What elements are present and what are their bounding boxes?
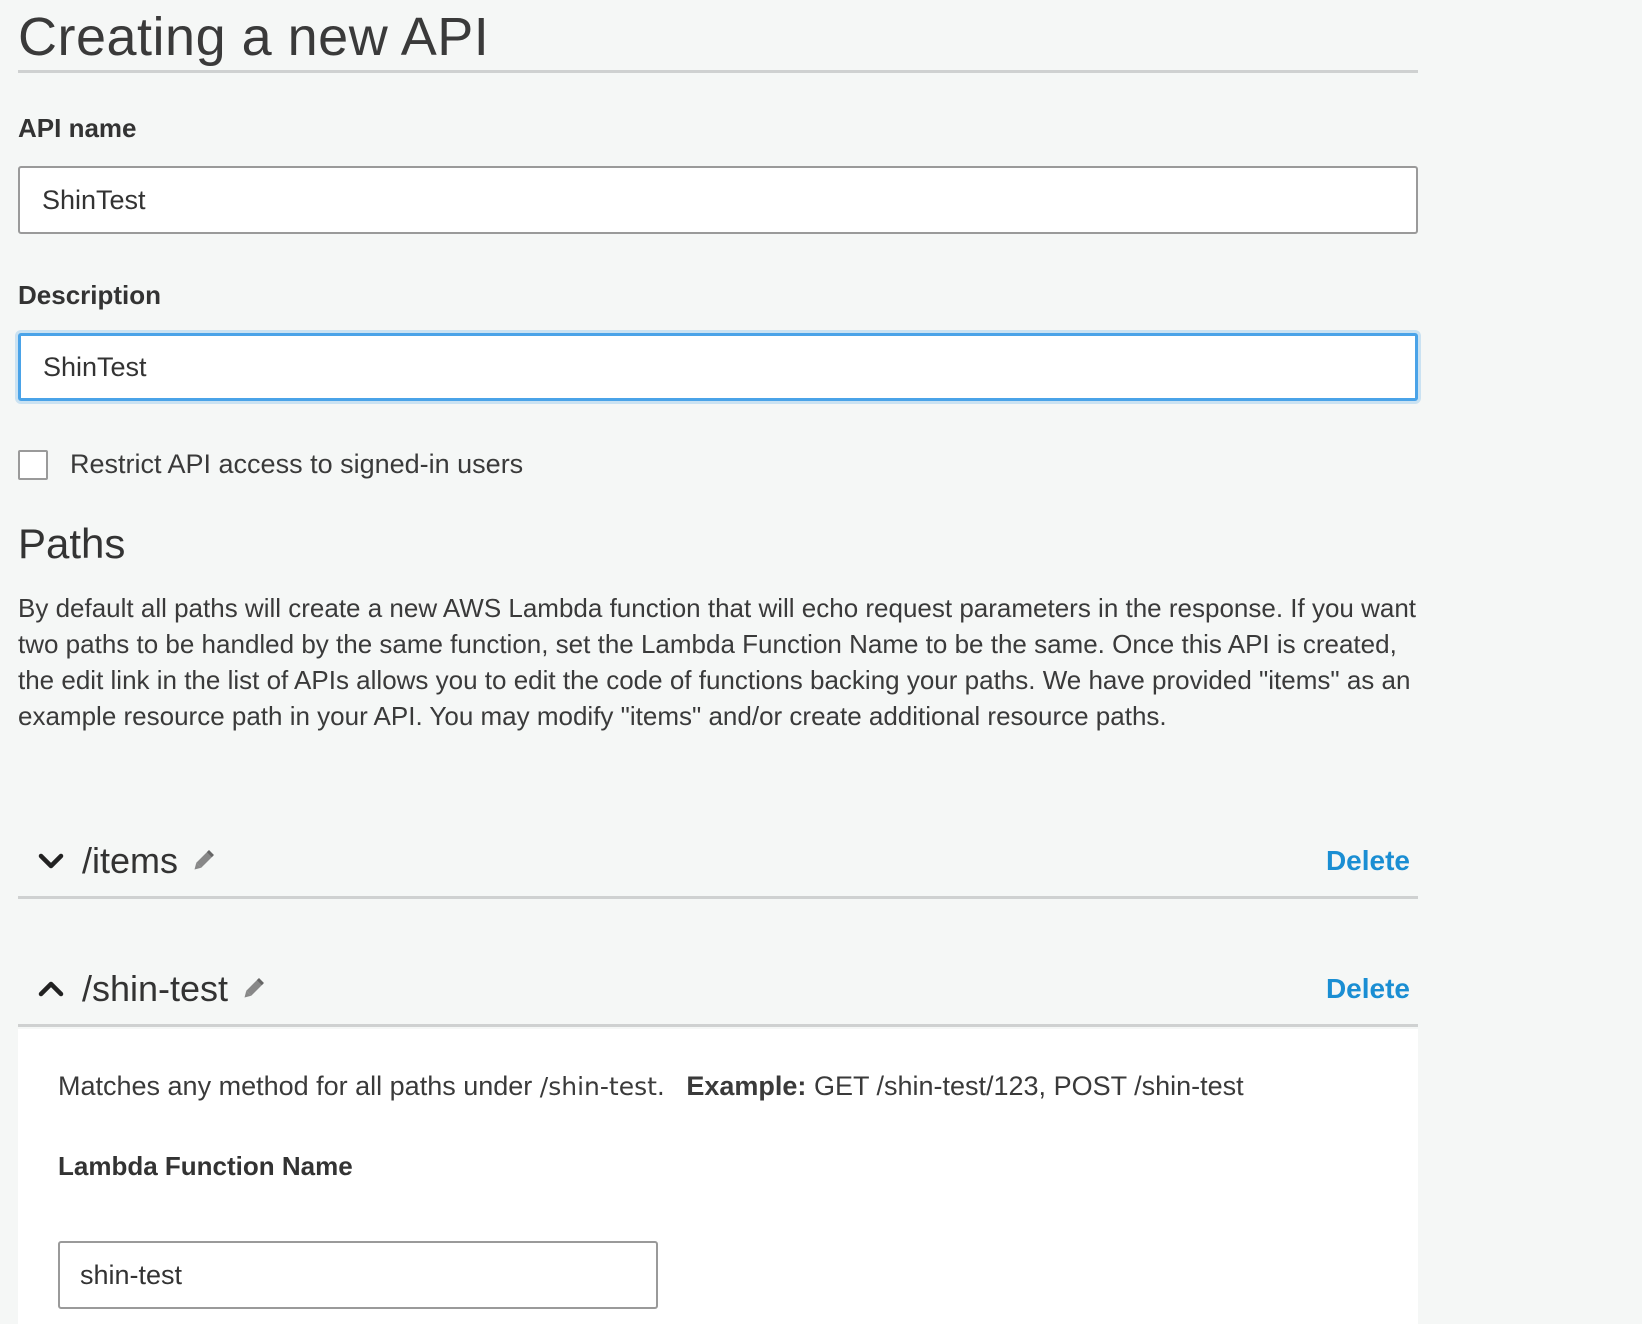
restrict-access-label: Restrict API access to signed-in users: [70, 449, 524, 479]
path-details-panel: Matches any method for all paths under /…: [18, 1029, 1418, 1324]
lambda-function-name-input[interactable]: [58, 1241, 658, 1309]
path-header-shin-test[interactable]: /shin-test Delete: [18, 954, 1418, 1024]
restrict-access-row[interactable]: Restrict API access to signed-in users: [18, 449, 523, 480]
restrict-access-checkbox[interactable]: [18, 449, 48, 480]
match-prefix: Matches any method for all paths under: [58, 1071, 533, 1101]
lambda-function-name-label: Lambda Function Name: [58, 1151, 353, 1181]
description-label: Description: [18, 280, 162, 310]
path-divider: [18, 1024, 1418, 1027]
path-divider: [18, 896, 1418, 899]
delete-path-shin-test-link[interactable]: Delete: [1326, 973, 1410, 1005]
page-title: Creating a new API: [18, 7, 490, 67]
paths-section-title: Paths: [18, 520, 126, 567]
chevron-down-icon[interactable]: [36, 846, 66, 876]
chevron-up-icon[interactable]: [36, 974, 66, 1004]
description-input[interactable]: [18, 333, 1418, 401]
match-path: /shin-test.: [539, 1072, 665, 1101]
path-name: /items: [82, 840, 179, 881]
pencil-icon[interactable]: [190, 848, 216, 874]
api-name-label: API name: [18, 113, 137, 143]
pencil-icon[interactable]: [240, 976, 266, 1002]
path-name: /shin-test: [82, 968, 229, 1009]
path-match-description: Matches any method for all paths under /…: [58, 1071, 1244, 1102]
paths-section-description: By default all paths will create a new A…: [18, 593, 1417, 731]
example-label: Example:: [686, 1071, 807, 1101]
title-divider: [18, 70, 1418, 73]
example-value: GET /shin-test/123, POST /shin-test: [813, 1071, 1244, 1101]
api-name-input[interactable]: [18, 166, 1418, 234]
delete-path-items-link[interactable]: Delete: [1326, 845, 1410, 877]
create-api-page: Creating a new API API name Description …: [0, 0, 1642, 1324]
path-header-items[interactable]: /items Delete: [18, 826, 1418, 896]
